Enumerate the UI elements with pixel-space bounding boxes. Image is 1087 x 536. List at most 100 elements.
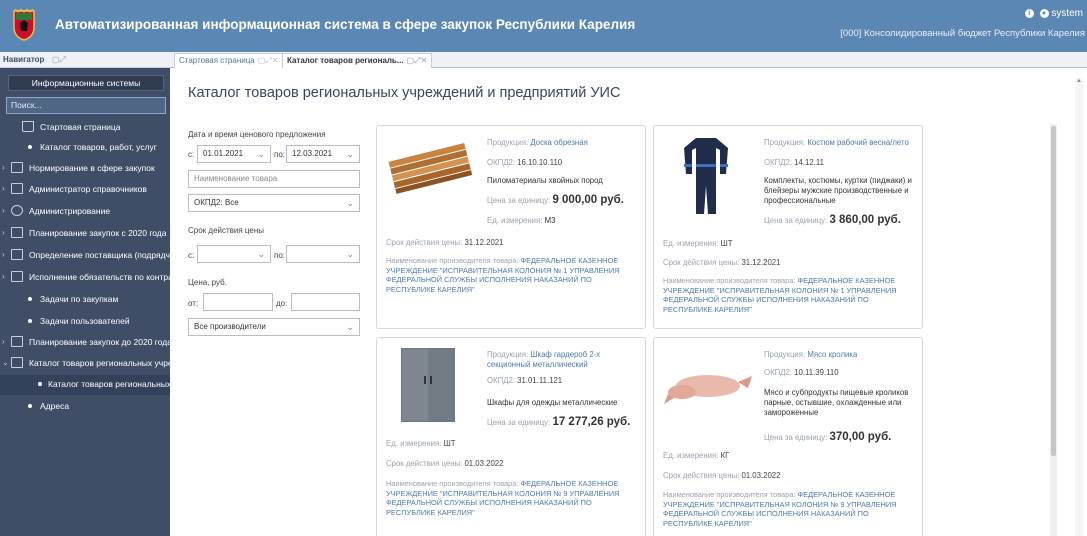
unit-value: ШТ <box>720 239 733 248</box>
document-icon <box>11 249 23 260</box>
unit-value: КГ <box>720 451 730 460</box>
price-from-input[interactable] <box>203 293 273 311</box>
validity-value: 31.12.2021 <box>741 258 781 267</box>
catalog-scrollbar-thumb[interactable] <box>1051 126 1056 456</box>
price-line: Цена за единицу: 9 000,00 руб. <box>487 194 624 206</box>
page-title: Каталог товаров региональных учреждений … <box>188 85 621 101</box>
product-image-suit <box>676 134 736 216</box>
folder-icon <box>11 357 23 368</box>
product-card[interactable]: Продукция: Мясо кролика ОКПД2: 10.11.39.… <box>653 337 923 536</box>
chevron-right-icon[interactable]: › <box>2 272 5 281</box>
restore-icon[interactable]: ▢⤢ <box>52 55 66 65</box>
validity-label: Срок действия цены: <box>663 471 740 480</box>
unit-line: Ед. измерения: ШТ <box>386 439 456 448</box>
product-name-input[interactable]: Наименование товара <box>188 170 360 188</box>
product-card[interactable]: Продукция: Костюм рабочий весна/лето ОКП… <box>653 125 923 329</box>
unit-value: ШТ <box>443 439 456 448</box>
chevron-right-icon[interactable]: › <box>2 337 5 346</box>
validity-from-select[interactable]: ⌄ <box>197 245 271 263</box>
user-menu[interactable]: i ● system <box>1022 8 1083 19</box>
sidebar-item-supplier[interactable]: › Определение поставщика (подрядчика, ис… <box>0 246 170 266</box>
validity-value: 31.12.2021 <box>464 238 504 247</box>
unit-line: Ед. измерения: М3 <box>487 216 555 225</box>
chevron-right-icon[interactable]: › <box>2 228 5 237</box>
sidebar-item-contract-execution[interactable]: › Исполнение обязательств по контрактам <box>0 268 170 288</box>
unit-label: Ед. измерения: <box>663 451 719 460</box>
tab-label: Стартовая страница <box>179 56 255 65</box>
product-name-line: Продукция: Мясо кролика <box>764 350 914 360</box>
product-card[interactable]: Продукция: Шкаф гардероб 2-х секционный … <box>376 337 646 536</box>
product-description: Комплекты, костюмы, куртки (пиджаки) и б… <box>764 176 912 205</box>
chevron-down-icon: ⌄ <box>257 249 265 259</box>
scroll-up-icon[interactable]: ▲ <box>1076 78 1082 84</box>
main-content: Каталог товаров региональных учреждений … <box>170 68 1087 536</box>
sidebar-item-planning-2020[interactable]: › Планирование закупок с 2020 года <box>0 224 170 244</box>
catalog-scrollbar[interactable] <box>1050 124 1057 536</box>
sidebar-item-start[interactable]: Стартовая страница <box>0 118 170 138</box>
date-from-select[interactable]: 01.01.2021 ⌄ <box>197 145 271 163</box>
chevron-down-icon: ⌄ <box>346 249 354 259</box>
okpd-select[interactable]: ОКПД2: Все ⌄ <box>188 194 360 212</box>
bullet-icon <box>28 145 32 149</box>
page-scrollbar[interactable]: ▲ <box>1075 78 1083 536</box>
sidebar-item-normalization[interactable]: › Нормирование в сфере закупок <box>0 159 170 179</box>
sidebar-item-administration[interactable]: › Администрирование <box>0 202 170 222</box>
validity-line: Срок действия цены: 31.12.2021 <box>386 238 503 247</box>
product-link[interactable]: Мясо кролика <box>807 350 857 359</box>
tab-start-page[interactable]: Стартовая страница ▢⤢✕ <box>174 53 284 68</box>
chevron-down-icon: ⌄ <box>346 322 354 332</box>
product-link[interactable]: Доска обрезная <box>530 138 587 147</box>
sidebar-item-planning-pre-2020[interactable]: › Планирование закупок до 2020 года <box>0 333 170 353</box>
info-icon[interactable]: i <box>1024 8 1034 18</box>
validity-line: Срок действия цены: 01.03.2022 <box>386 459 503 468</box>
navigator-tab[interactable]: Навигатор ▢⤢ <box>0 52 170 68</box>
sidebar-item-reference-admin[interactable]: › Администратор справочников <box>0 180 170 200</box>
unit-line: Ед. измерения: ШТ <box>663 239 733 248</box>
validity-to-select[interactable]: ⌄ <box>286 245 360 263</box>
validity-from-prefix: с: <box>188 251 195 260</box>
budget-label[interactable]: [000] Консолидированный бюджет Республик… <box>840 28 1085 39</box>
unit-line: Ед. измерения: КГ <box>663 451 729 460</box>
product-name-line: Продукция: Шкаф гардероб 2-х секционный … <box>487 350 637 370</box>
price-to-input[interactable] <box>291 293 360 311</box>
okpd-line: ОКПД2: 16.10.10.110 <box>487 158 562 167</box>
app-header: Автоматизированная информационная систем… <box>0 0 1087 52</box>
sidebar-item-user-tasks[interactable]: Задачи пользователей <box>0 312 170 332</box>
price-label: Цена, руб. <box>188 278 227 287</box>
sidebar-item-procurement-tasks[interactable]: Задачи по закупкам <box>0 290 170 310</box>
bullet-icon <box>28 319 32 323</box>
manufacturer-select[interactable]: Все производители ⌄ <box>188 318 360 336</box>
product-name-line: Продукция: Костюм рабочий весна/лето <box>764 138 914 148</box>
tab-regional-catalog[interactable]: Каталог товаров региональ... ▢⤢✕ <box>282 53 433 68</box>
bullet-icon <box>28 297 32 301</box>
validity-line: Срок действия цены: 31.12.2021 <box>663 258 780 267</box>
folder-icon <box>11 271 23 282</box>
chevron-right-icon[interactable]: › <box>2 184 5 193</box>
okpd-label: ОКПД2: <box>487 376 515 385</box>
sidebar-item-regional-catalog-child[interactable]: Каталог товаров региональных учреждений <box>0 375 170 395</box>
bullet-icon <box>38 382 42 386</box>
sidebar-search-input[interactable]: Поиск... <box>6 97 166 114</box>
sidebar-item-regional-catalog[interactable]: ⌄ Каталог товаров региональных учреждени… <box>0 354 170 374</box>
product-label: Продукция: <box>487 138 529 147</box>
okpd-line: ОКПД2: 31.01.11.121 <box>487 376 562 385</box>
chevron-right-icon[interactable]: › <box>2 206 5 215</box>
information-systems-button[interactable]: Информационные системы <box>8 75 164 91</box>
price-value: 9 000,00 руб. <box>552 194 624 206</box>
price-value: 370,00 руб. <box>829 431 892 443</box>
manufacturer-line: Наименование производителя товара: ФЕДЕР… <box>663 276 918 314</box>
sidebar-item-catalog[interactable]: Каталог товаров, работ, услуг <box>0 138 170 158</box>
chevron-right-icon[interactable]: › <box>2 250 5 259</box>
app-title: Автоматизированная информационная систем… <box>55 17 636 32</box>
unit-value: М3 <box>544 216 556 225</box>
date-to-select[interactable]: 12.03.2021 ⌄ <box>286 145 360 163</box>
close-icon[interactable]: ▢⤢✕ <box>407 56 428 65</box>
sidebar-item-addresses[interactable]: Адреса <box>0 397 170 417</box>
chevron-down-icon[interactable]: ⌄ <box>2 358 9 367</box>
product-link[interactable]: Костюм рабочий весна/лето <box>807 138 908 147</box>
chevron-right-icon[interactable]: › <box>2 163 5 172</box>
close-icon[interactable]: ▢⤢✕ <box>258 56 279 65</box>
product-card[interactable]: Продукция: Доска обрезная ОКПД2: 16.10.1… <box>376 125 646 329</box>
bullet-icon <box>28 404 32 408</box>
manufacturer-label: Наименование производителя товара: <box>663 276 796 285</box>
